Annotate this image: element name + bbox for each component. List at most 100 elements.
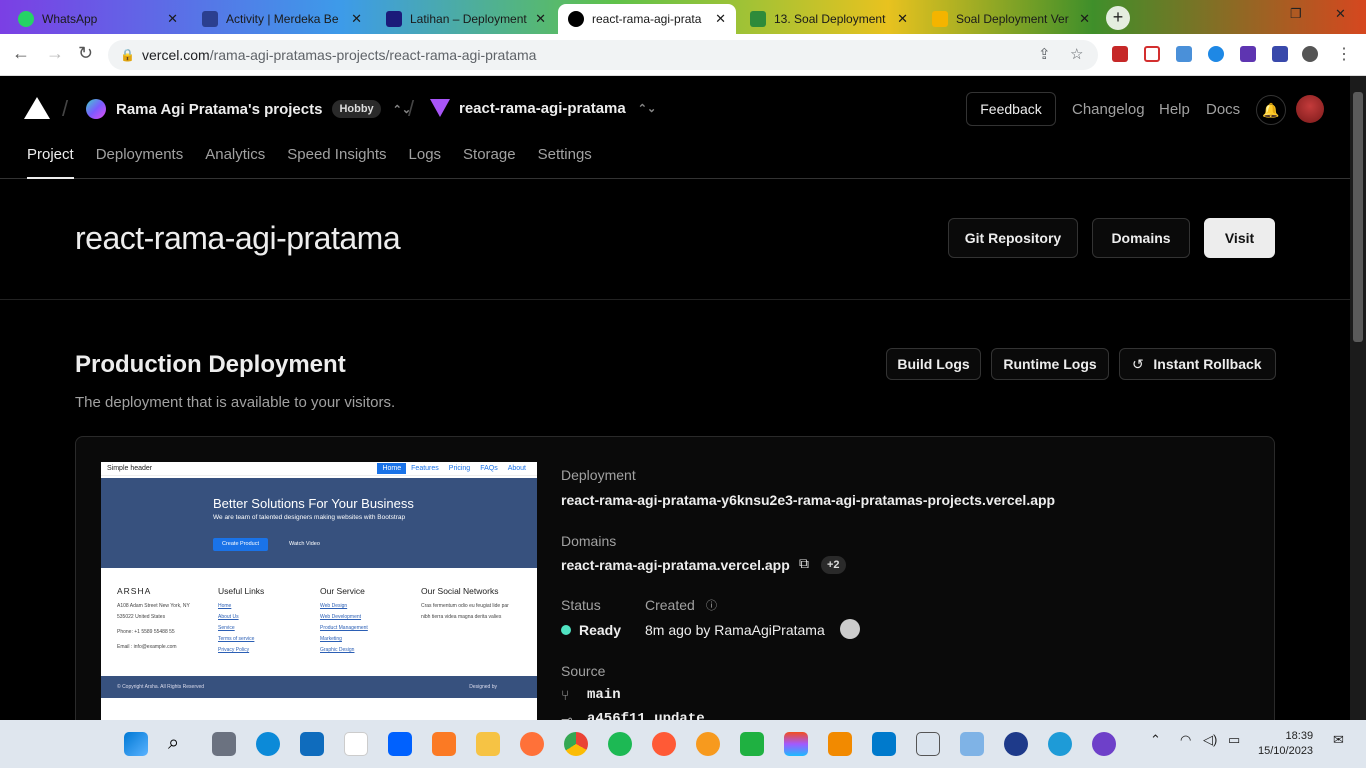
start-icon[interactable] bbox=[124, 732, 148, 756]
orange-app-icon[interactable] bbox=[828, 732, 852, 756]
tab-vercel-project[interactable]: react-rama-agi-prata ✕ bbox=[558, 4, 736, 34]
scrollbar-thumb[interactable] bbox=[1353, 92, 1363, 342]
amazon-icon[interactable] bbox=[344, 732, 368, 756]
cloud-app-icon[interactable] bbox=[1048, 732, 1072, 756]
tab-merdeka[interactable]: Activity | Merdeka Be ✕ bbox=[192, 4, 372, 34]
close-tab-icon[interactable]: ✕ bbox=[167, 11, 178, 27]
tab-analytics[interactable]: Analytics bbox=[205, 146, 265, 179]
bell-icon[interactable]: 🔔 bbox=[1256, 95, 1286, 125]
vscode-icon[interactable] bbox=[872, 732, 896, 756]
volume-icon[interactable]: ◁) bbox=[1203, 732, 1217, 748]
edge-icon[interactable] bbox=[256, 732, 280, 756]
commit-message[interactable]: a456f11 update bbox=[587, 711, 705, 720]
vercel-page: / Rama Agi Pratama's projects Hobby ⌃⌄ /… bbox=[0, 76, 1350, 720]
tab-whatsapp[interactable]: WhatsApp ✕ bbox=[8, 4, 188, 34]
spotify-icon[interactable] bbox=[608, 732, 632, 756]
info-icon[interactable]: ⓘ bbox=[706, 597, 717, 613]
restore-window-icon[interactable]: ❐ bbox=[1290, 6, 1302, 22]
runtime-logs-button[interactable]: Runtime Logs bbox=[991, 348, 1109, 380]
tab-soal-deployment-vercel[interactable]: Soal Deployment Ver ✕ bbox=[922, 4, 1100, 34]
page-scrollbar[interactable] bbox=[1350, 76, 1366, 720]
separator: / bbox=[408, 96, 415, 121]
deployment-url-link[interactable]: react-rama-agi-pratama-y6knsu2e3-rama-ag… bbox=[561, 492, 1055, 508]
forward-icon[interactable]: → bbox=[46, 43, 64, 64]
close-tab-icon[interactable]: ✕ bbox=[715, 11, 726, 27]
extension-shield-icon[interactable] bbox=[1112, 46, 1128, 62]
tab-project[interactable]: Project bbox=[27, 146, 74, 179]
search-icon[interactable]: ⌕ bbox=[168, 732, 192, 756]
extension-mail-icon[interactable] bbox=[1144, 46, 1160, 62]
chevron-up-icon[interactable]: ⌃ bbox=[1150, 732, 1161, 748]
instant-rollback-button[interactable]: ↺ Instant Rollback bbox=[1119, 348, 1276, 380]
build-logs-button[interactable]: Build Logs bbox=[886, 348, 981, 380]
file-explorer-icon[interactable] bbox=[476, 732, 500, 756]
dropbox-icon[interactable] bbox=[388, 732, 412, 756]
close-tab-icon[interactable]: ✕ bbox=[535, 11, 546, 27]
extensions-puzzle-icon[interactable] bbox=[1240, 46, 1256, 62]
help-link[interactable]: Help bbox=[1159, 101, 1190, 118]
xampp-icon[interactable] bbox=[432, 732, 456, 756]
tab-soal-deployment[interactable]: 13. Soal Deployment ✕ bbox=[740, 4, 918, 34]
deployment-preview-thumbnail[interactable]: Simple header Home Features Pricing FAQs… bbox=[101, 462, 537, 720]
merdeka-icon bbox=[202, 11, 218, 27]
share-icon[interactable]: ⇪ bbox=[1038, 40, 1051, 70]
tab-latihan[interactable]: Latihan – Deployment ✕ bbox=[376, 4, 556, 34]
tab-storage[interactable]: Storage bbox=[463, 146, 516, 179]
tab-deployments[interactable]: Deployments bbox=[96, 146, 184, 179]
feedback-button[interactable]: Feedback bbox=[966, 92, 1056, 126]
docs-link[interactable]: Docs bbox=[1206, 101, 1240, 118]
battery-icon[interactable]: ▭ bbox=[1228, 732, 1240, 748]
reload-icon[interactable]: ↻ bbox=[78, 43, 93, 64]
virtualbox-icon[interactable] bbox=[960, 732, 984, 756]
new-tab-button[interactable]: + bbox=[1106, 6, 1130, 30]
preview-brand: ARSHA bbox=[117, 586, 152, 596]
green-app-icon[interactable] bbox=[740, 732, 764, 756]
close-window-icon[interactable]: ✕ bbox=[1335, 6, 1346, 22]
close-tab-icon[interactable]: ✕ bbox=[351, 11, 362, 27]
git-repository-button[interactable]: Git Repository bbox=[948, 218, 1078, 258]
mail-icon[interactable] bbox=[300, 732, 324, 756]
blue-app-icon[interactable] bbox=[1004, 732, 1028, 756]
extension-drop-icon[interactable] bbox=[1208, 46, 1224, 62]
branch-name[interactable]: main bbox=[587, 687, 621, 703]
project-switcher[interactable]: react-rama-agi-pratama ⌃⌄ bbox=[430, 99, 656, 117]
external-link-icon[interactable]: ⧉ bbox=[799, 555, 809, 572]
domain-link[interactable]: react-rama-agi-pratama.vercel.app bbox=[561, 557, 790, 573]
domains-more-badge[interactable]: +2 bbox=[821, 556, 846, 574]
changelog-link[interactable]: Changelog bbox=[1072, 101, 1145, 118]
github-icon[interactable] bbox=[1092, 732, 1116, 756]
instant-rollback-label: Instant Rollback bbox=[1153, 356, 1262, 372]
tab-speed-insights[interactable]: Speed Insights bbox=[287, 146, 386, 179]
chrome-icon[interactable] bbox=[564, 732, 588, 756]
tab-settings[interactable]: Settings bbox=[538, 146, 592, 179]
vite-icon bbox=[932, 11, 948, 27]
sidebar-icon[interactable] bbox=[1272, 46, 1288, 62]
notification-icon[interactable]: ✉ bbox=[1333, 732, 1344, 748]
task-view-icon[interactable] bbox=[212, 732, 236, 756]
close-tab-icon[interactable]: ✕ bbox=[1079, 11, 1090, 27]
tab-logs[interactable]: Logs bbox=[409, 146, 442, 179]
extension-square-icon[interactable] bbox=[1176, 46, 1192, 62]
team-switcher[interactable]: Rama Agi Pratama's projects Hobby ⌃⌄ bbox=[86, 99, 411, 119]
wifi-icon[interactable]: ◠ bbox=[1180, 732, 1191, 748]
visit-button[interactable]: Visit bbox=[1204, 218, 1275, 258]
user-avatar[interactable] bbox=[1296, 95, 1324, 123]
postman-icon[interactable] bbox=[652, 732, 676, 756]
vite-icon bbox=[430, 99, 450, 117]
profile-avatar[interactable] bbox=[1302, 46, 1318, 62]
menu-kebab-icon[interactable]: ⋮ bbox=[1336, 44, 1352, 64]
vercel-logo-icon[interactable] bbox=[24, 97, 50, 119]
url-field[interactable]: 🔒 vercel.com/rama-agi-pratamas-projects/… bbox=[108, 40, 1098, 70]
figma-icon[interactable] bbox=[784, 732, 808, 756]
domains-button[interactable]: Domains bbox=[1092, 218, 1190, 258]
back-icon[interactable]: ← bbox=[12, 43, 30, 64]
separator: / bbox=[62, 96, 69, 121]
address-bar-area: ← → ↻ 🔒 vercel.com/rama-agi-pratamas-pro… bbox=[0, 34, 1366, 76]
team-avatar bbox=[86, 99, 106, 119]
system-clock[interactable]: 18:39 15/10/2023 bbox=[1258, 729, 1313, 759]
star-icon[interactable]: ☆ bbox=[1070, 40, 1083, 70]
cube-app-icon[interactable] bbox=[916, 732, 940, 756]
firefox-icon[interactable] bbox=[520, 732, 544, 756]
pencil-app-icon[interactable] bbox=[696, 732, 720, 756]
close-tab-icon[interactable]: ✕ bbox=[897, 11, 908, 27]
